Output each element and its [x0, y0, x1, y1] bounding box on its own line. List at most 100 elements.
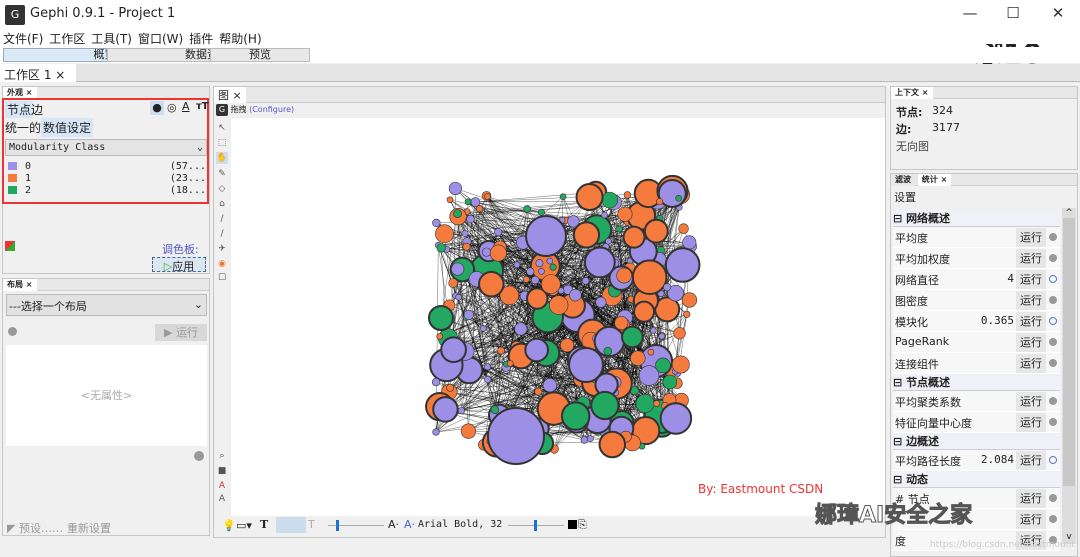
report-icon[interactable] — [1049, 275, 1057, 283]
stats-section-header[interactable]: ⊟ 节点概述 — [893, 374, 1060, 391]
palette-label[interactable]: 调色板: — [162, 241, 199, 257]
menu-file[interactable]: 文件(F) — [3, 32, 43, 46]
workspace-tab[interactable]: 工作区 1 × — [0, 64, 76, 82]
attribute-select[interactable]: Modularity Class ⌄ — [5, 139, 207, 156]
rect-select-icon[interactable]: ⬚ — [216, 137, 228, 149]
zoom-icon[interactable]: ⌕ — [216, 450, 228, 462]
label-color-icon[interactable]: A — [182, 100, 190, 113]
select-tool-icon[interactable]: ↖ — [216, 122, 228, 134]
status-dot-icon[interactable] — [1049, 254, 1057, 262]
run-button[interactable]: 运行 — [1016, 249, 1046, 268]
statistics-tab[interactable]: 统计 × — [917, 174, 952, 186]
run-button[interactable]: 运行 — [1016, 333, 1046, 352]
status-dot-icon[interactable] — [1049, 296, 1057, 304]
status-dot-icon[interactable] — [1049, 359, 1057, 367]
stats-section-header[interactable]: ⊟ 网络概述 — [893, 210, 1060, 227]
status-dot-icon[interactable] — [1049, 515, 1057, 523]
label-color-icon[interactable]: A — [216, 480, 228, 492]
filters-tab[interactable]: 滤波 — [891, 174, 915, 186]
help-icon[interactable] — [194, 451, 204, 461]
label-size-icon[interactable]: A — [216, 493, 228, 505]
layout-select[interactable]: ---选择一个布局 ⌄ — [6, 294, 207, 316]
drag-tool-icon[interactable]: ✋ — [216, 152, 228, 164]
label-font-icon[interactable]: T — [308, 518, 315, 531]
menu-tools[interactable]: 工具(T) — [91, 32, 132, 46]
status-dot-icon[interactable] — [1049, 397, 1057, 405]
run-button[interactable]: 运行 — [1016, 291, 1046, 310]
size-icon[interactable]: ◎ — [167, 101, 177, 114]
size-slider[interactable] — [328, 520, 384, 531]
nodes-tab[interactable]: 节点 — [5, 101, 34, 118]
collapse-icon[interactable]: ⊟ — [893, 376, 902, 389]
status-dot-icon[interactable] — [1049, 418, 1057, 426]
brush-icon[interactable]: ⌂ — [216, 198, 228, 210]
network-graph[interactable] — [231, 118, 885, 516]
painter-icon[interactable]: ✎ — [216, 168, 228, 180]
collapse-icon[interactable]: ⊟ — [893, 435, 902, 448]
pencil-icon[interactable]: / — [216, 213, 228, 225]
presets-link[interactable]: ◤ 预设…… — [7, 520, 63, 536]
run-button[interactable]: 运行 — [1016, 354, 1046, 373]
edges-tab[interactable]: 边 — [31, 101, 43, 118]
maximize-button[interactable]: ☐ — [998, 4, 1028, 26]
run-button[interactable]: 运行 — [1016, 392, 1046, 411]
context-tab[interactable]: 上下文 × — [891, 87, 933, 99]
configure-link[interactable]: (Configure) — [249, 105, 294, 114]
legend-item[interactable]: 0 (57... — [8, 161, 208, 172]
graph-tab[interactable]: 图 × — [214, 87, 246, 103]
collapse-icon[interactable]: ⊟ — [893, 212, 902, 225]
background-color-icon[interactable]: ■ — [216, 465, 228, 477]
menu-help[interactable]: 帮助(H) — [219, 32, 261, 46]
sizer-icon[interactable]: ◇ — [216, 183, 228, 195]
edit-icon[interactable]: ☐ — [216, 272, 228, 284]
run-button[interactable]: 运行 — [1016, 312, 1046, 331]
run-button[interactable]: 运行 — [1016, 228, 1046, 247]
report-icon[interactable] — [1049, 317, 1057, 325]
palette-generator-icon[interactable] — [5, 241, 15, 251]
run-layout-button[interactable]: ▶ 运行 — [155, 324, 207, 341]
menu-workspace[interactable]: 工作区 — [49, 32, 85, 46]
status-dot-icon[interactable] — [1049, 233, 1057, 241]
info-icon[interactable] — [8, 327, 17, 336]
shortest-path-icon[interactable]: ✈ — [216, 243, 228, 255]
screenshot-icon[interactable]: ▭▾ — [236, 519, 252, 532]
settings-label[interactable]: 设置 — [894, 189, 916, 205]
layout-tab[interactable]: 布局 × — [3, 279, 37, 291]
preview-mode-button[interactable]: 预览 — [210, 48, 310, 62]
report-icon[interactable] — [1049, 456, 1057, 464]
settings-icon[interactable]: ⎘ — [578, 518, 587, 532]
edge-display-icon[interactable] — [276, 517, 306, 533]
status-dot-icon[interactable] — [1049, 338, 1057, 346]
label-size-icon[interactable]: тT — [196, 101, 209, 112]
label-size-slider[interactable] — [508, 520, 564, 531]
partition-tab[interactable]: 数值设定 — [41, 118, 94, 137]
font-size-increase-icon[interactable]: A· — [404, 518, 415, 531]
color-swatch[interactable] — [8, 186, 17, 194]
font-selector[interactable]: Arial Bold, 32 — [418, 519, 502, 530]
unique-tab[interactable]: 统一的 — [5, 119, 41, 136]
reset-link[interactable]: 重新设置 — [67, 520, 111, 536]
status-dot-icon[interactable] — [1049, 494, 1057, 502]
menu-plugins[interactable]: 插件 — [189, 32, 213, 46]
scrollbar[interactable]: ^ v — [1062, 208, 1076, 544]
font-size-decrease-icon[interactable]: A· — [388, 518, 399, 531]
color-swatch[interactable] — [8, 162, 17, 170]
run-button[interactable]: 运行 — [1016, 451, 1046, 470]
run-button[interactable]: 运行 — [1016, 270, 1046, 289]
color-swatch[interactable] — [8, 174, 17, 182]
close-button[interactable]: ✕ — [1043, 4, 1073, 26]
color-palette-icon[interactable]: ● — [150, 101, 164, 115]
run-button[interactable]: 运行 — [1016, 510, 1046, 529]
edge-pencil-icon[interactable]: / — [216, 228, 228, 240]
label-color-swatch[interactable] — [568, 520, 577, 529]
legend-item[interactable]: 2 (18... — [8, 185, 208, 196]
stats-section-header[interactable]: ⊟ 动态 — [893, 471, 1060, 488]
minimize-button[interactable]: — — [955, 4, 985, 26]
heatmap-icon[interactable]: ◉ — [216, 258, 228, 270]
stats-section-header[interactable]: ⊟ 边概述 — [893, 433, 1060, 450]
apply-button[interactable]: ▷应用 — [152, 257, 206, 273]
show-labels-icon[interactable]: T — [260, 518, 268, 531]
light-icon[interactable]: 💡 — [222, 519, 236, 532]
collapse-icon[interactable]: ⊟ — [893, 473, 902, 486]
legend-item[interactable]: 1 (23... — [8, 173, 208, 184]
